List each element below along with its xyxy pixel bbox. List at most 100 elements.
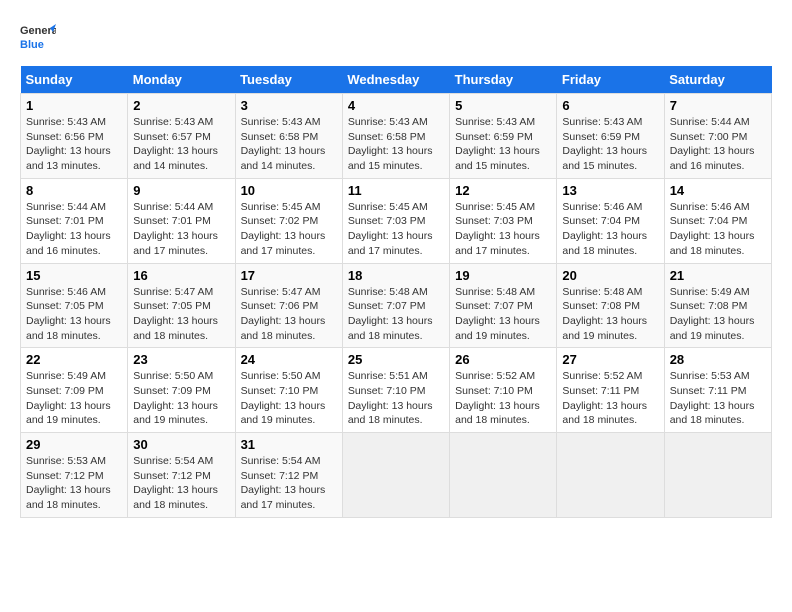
day-number: 10 — [241, 183, 337, 198]
general-blue-logo-svg: General Blue — [20, 20, 56, 56]
day-number: 16 — [133, 268, 229, 283]
day-number: 15 — [26, 268, 122, 283]
calendar-cell: 1 Sunrise: 5:43 AM Sunset: 6:56 PM Dayli… — [21, 94, 128, 179]
calendar-cell: 5 Sunrise: 5:43 AM Sunset: 6:59 PM Dayli… — [450, 94, 557, 179]
calendar-cell: 12 Sunrise: 5:45 AM Sunset: 7:03 PM Dayl… — [450, 178, 557, 263]
day-info: Sunrise: 5:45 AM Sunset: 7:02 PM Dayligh… — [241, 200, 337, 259]
day-number: 25 — [348, 352, 444, 367]
calendar-table: SundayMondayTuesdayWednesdayThursdayFrid… — [20, 66, 772, 518]
calendar-cell: 16 Sunrise: 5:47 AM Sunset: 7:05 PM Dayl… — [128, 263, 235, 348]
day-info: Sunrise: 5:46 AM Sunset: 7:04 PM Dayligh… — [670, 200, 766, 259]
page-header: General Blue — [20, 20, 772, 56]
logo-icon-area: General Blue — [20, 20, 56, 56]
day-info: Sunrise: 5:43 AM Sunset: 6:57 PM Dayligh… — [133, 115, 229, 174]
day-number: 31 — [241, 437, 337, 452]
day-number: 8 — [26, 183, 122, 198]
logo-container: General Blue — [20, 20, 56, 56]
day-number: 12 — [455, 183, 551, 198]
calendar-cell: 27 Sunrise: 5:52 AM Sunset: 7:11 PM Dayl… — [557, 348, 664, 433]
calendar-cell — [450, 433, 557, 518]
day-info: Sunrise: 5:53 AM Sunset: 7:11 PM Dayligh… — [670, 369, 766, 428]
calendar-cell: 17 Sunrise: 5:47 AM Sunset: 7:06 PM Dayl… — [235, 263, 342, 348]
calendar-cell: 3 Sunrise: 5:43 AM Sunset: 6:58 PM Dayli… — [235, 94, 342, 179]
day-number: 23 — [133, 352, 229, 367]
day-number: 7 — [670, 98, 766, 113]
day-info: Sunrise: 5:53 AM Sunset: 7:12 PM Dayligh… — [26, 454, 122, 513]
day-number: 13 — [562, 183, 658, 198]
dow-header-tuesday: Tuesday — [235, 66, 342, 94]
calendar-cell: 29 Sunrise: 5:53 AM Sunset: 7:12 PM Dayl… — [21, 433, 128, 518]
day-info: Sunrise: 5:43 AM Sunset: 6:59 PM Dayligh… — [455, 115, 551, 174]
day-info: Sunrise: 5:52 AM Sunset: 7:11 PM Dayligh… — [562, 369, 658, 428]
day-info: Sunrise: 5:49 AM Sunset: 7:08 PM Dayligh… — [670, 285, 766, 344]
day-info: Sunrise: 5:47 AM Sunset: 7:06 PM Dayligh… — [241, 285, 337, 344]
calendar-cell: 7 Sunrise: 5:44 AM Sunset: 7:00 PM Dayli… — [664, 94, 771, 179]
calendar-cell: 10 Sunrise: 5:45 AM Sunset: 7:02 PM Dayl… — [235, 178, 342, 263]
day-info: Sunrise: 5:54 AM Sunset: 7:12 PM Dayligh… — [241, 454, 337, 513]
day-number: 5 — [455, 98, 551, 113]
day-number: 27 — [562, 352, 658, 367]
day-info: Sunrise: 5:47 AM Sunset: 7:05 PM Dayligh… — [133, 285, 229, 344]
day-info: Sunrise: 5:43 AM Sunset: 6:56 PM Dayligh… — [26, 115, 122, 174]
svg-text:Blue: Blue — [20, 39, 44, 51]
dow-header-monday: Monday — [128, 66, 235, 94]
calendar-cell: 2 Sunrise: 5:43 AM Sunset: 6:57 PM Dayli… — [128, 94, 235, 179]
day-number: 4 — [348, 98, 444, 113]
day-number: 24 — [241, 352, 337, 367]
calendar-cell: 21 Sunrise: 5:49 AM Sunset: 7:08 PM Dayl… — [664, 263, 771, 348]
dow-header-thursday: Thursday — [450, 66, 557, 94]
day-info: Sunrise: 5:51 AM Sunset: 7:10 PM Dayligh… — [348, 369, 444, 428]
dow-header-sunday: Sunday — [21, 66, 128, 94]
day-info: Sunrise: 5:50 AM Sunset: 7:09 PM Dayligh… — [133, 369, 229, 428]
calendar-cell: 30 Sunrise: 5:54 AM Sunset: 7:12 PM Dayl… — [128, 433, 235, 518]
day-number: 1 — [26, 98, 122, 113]
day-info: Sunrise: 5:44 AM Sunset: 7:00 PM Dayligh… — [670, 115, 766, 174]
day-info: Sunrise: 5:45 AM Sunset: 7:03 PM Dayligh… — [455, 200, 551, 259]
dow-header-friday: Friday — [557, 66, 664, 94]
day-number: 18 — [348, 268, 444, 283]
day-number: 9 — [133, 183, 229, 198]
logo: General Blue — [20, 20, 56, 56]
calendar-cell: 31 Sunrise: 5:54 AM Sunset: 7:12 PM Dayl… — [235, 433, 342, 518]
day-info: Sunrise: 5:48 AM Sunset: 7:08 PM Dayligh… — [562, 285, 658, 344]
day-number: 2 — [133, 98, 229, 113]
day-number: 21 — [670, 268, 766, 283]
day-info: Sunrise: 5:49 AM Sunset: 7:09 PM Dayligh… — [26, 369, 122, 428]
day-number: 6 — [562, 98, 658, 113]
day-number: 17 — [241, 268, 337, 283]
dow-header-saturday: Saturday — [664, 66, 771, 94]
calendar-cell: 4 Sunrise: 5:43 AM Sunset: 6:58 PM Dayli… — [342, 94, 449, 179]
calendar-cell: 11 Sunrise: 5:45 AM Sunset: 7:03 PM Dayl… — [342, 178, 449, 263]
day-number: 14 — [670, 183, 766, 198]
calendar-cell: 8 Sunrise: 5:44 AM Sunset: 7:01 PM Dayli… — [21, 178, 128, 263]
calendar-cell: 6 Sunrise: 5:43 AM Sunset: 6:59 PM Dayli… — [557, 94, 664, 179]
day-info: Sunrise: 5:50 AM Sunset: 7:10 PM Dayligh… — [241, 369, 337, 428]
day-number: 20 — [562, 268, 658, 283]
day-info: Sunrise: 5:48 AM Sunset: 7:07 PM Dayligh… — [348, 285, 444, 344]
day-info: Sunrise: 5:44 AM Sunset: 7:01 PM Dayligh… — [26, 200, 122, 259]
day-info: Sunrise: 5:54 AM Sunset: 7:12 PM Dayligh… — [133, 454, 229, 513]
day-info: Sunrise: 5:48 AM Sunset: 7:07 PM Dayligh… — [455, 285, 551, 344]
dow-header-wednesday: Wednesday — [342, 66, 449, 94]
day-info: Sunrise: 5:45 AM Sunset: 7:03 PM Dayligh… — [348, 200, 444, 259]
calendar-cell: 23 Sunrise: 5:50 AM Sunset: 7:09 PM Dayl… — [128, 348, 235, 433]
day-info: Sunrise: 5:46 AM Sunset: 7:05 PM Dayligh… — [26, 285, 122, 344]
calendar-cell: 19 Sunrise: 5:48 AM Sunset: 7:07 PM Dayl… — [450, 263, 557, 348]
day-number: 28 — [670, 352, 766, 367]
calendar-cell: 15 Sunrise: 5:46 AM Sunset: 7:05 PM Dayl… — [21, 263, 128, 348]
day-number: 22 — [26, 352, 122, 367]
day-info: Sunrise: 5:46 AM Sunset: 7:04 PM Dayligh… — [562, 200, 658, 259]
calendar-cell: 22 Sunrise: 5:49 AM Sunset: 7:09 PM Dayl… — [21, 348, 128, 433]
day-number: 19 — [455, 268, 551, 283]
calendar-cell: 20 Sunrise: 5:48 AM Sunset: 7:08 PM Dayl… — [557, 263, 664, 348]
calendar-cell: 26 Sunrise: 5:52 AM Sunset: 7:10 PM Dayl… — [450, 348, 557, 433]
day-number: 26 — [455, 352, 551, 367]
calendar-cell — [557, 433, 664, 518]
calendar-cell: 14 Sunrise: 5:46 AM Sunset: 7:04 PM Dayl… — [664, 178, 771, 263]
calendar-cell: 9 Sunrise: 5:44 AM Sunset: 7:01 PM Dayli… — [128, 178, 235, 263]
day-info: Sunrise: 5:44 AM Sunset: 7:01 PM Dayligh… — [133, 200, 229, 259]
calendar-cell — [342, 433, 449, 518]
day-number: 3 — [241, 98, 337, 113]
calendar-cell — [664, 433, 771, 518]
calendar-cell: 18 Sunrise: 5:48 AM Sunset: 7:07 PM Dayl… — [342, 263, 449, 348]
